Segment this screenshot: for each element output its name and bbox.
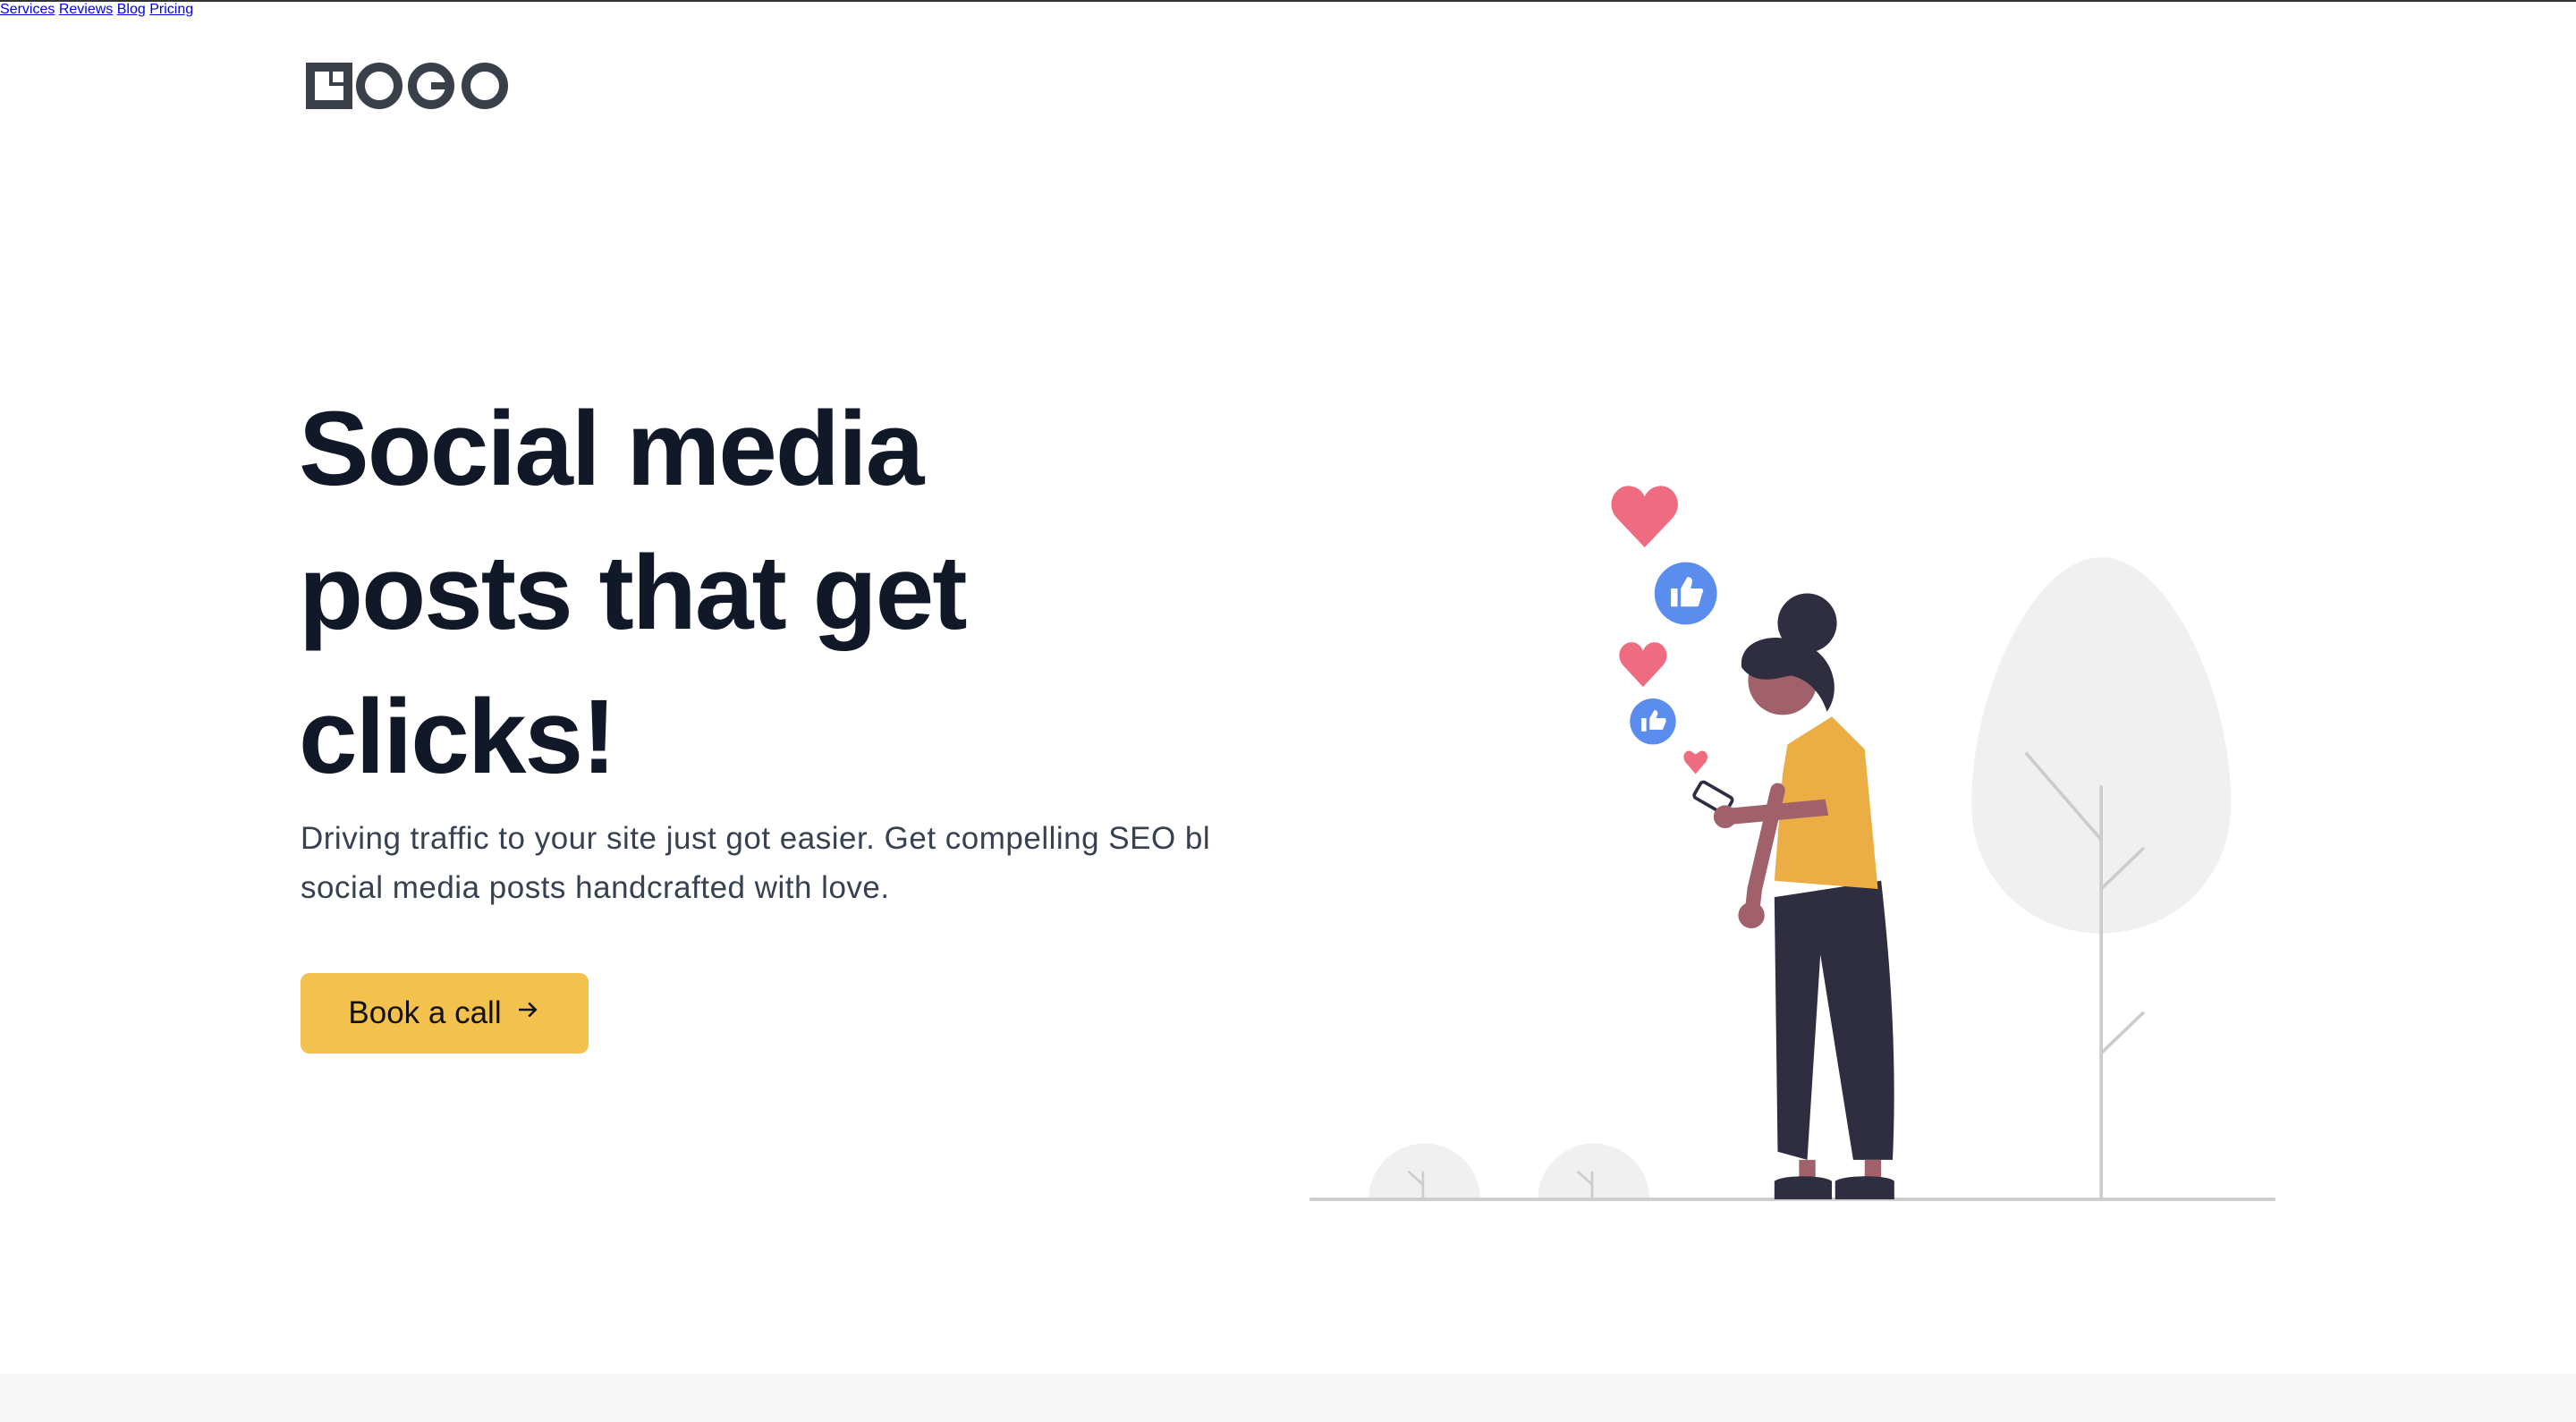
thumbs-up-icon <box>1630 698 1676 745</box>
nav-reviews[interactable]: Reviews <box>59 2 113 17</box>
book-call-button[interactable]: Book a call <box>301 973 589 1054</box>
heart-icon <box>1619 642 1667 688</box>
logo-mark <box>306 63 508 109</box>
book-call-label: Book a call <box>348 995 502 1030</box>
hero-headline: Social media posts that get clicks! <box>299 377 968 809</box>
hero-illustration <box>1309 486 2275 1201</box>
arrow-right-icon <box>514 995 541 1031</box>
headline-line: posts that get <box>299 534 968 652</box>
headline-line: clicks! <box>299 678 616 796</box>
tree <box>1971 557 2232 1199</box>
subtitle-line: social media posts handcrafted with love… <box>301 870 890 905</box>
hero-subtitle: Driving traffic to your site just got ea… <box>301 814 1308 912</box>
bush-right <box>1538 1143 1650 1199</box>
nav-services[interactable]: Services <box>0 2 55 17</box>
nav-blog[interactable]: Blog <box>117 2 146 17</box>
heart-icon <box>1611 486 1678 548</box>
logo[interactable] <box>304 61 512 111</box>
main-nav: Services Reviews Blog Pricing <box>0 2 2576 18</box>
next-section-band <box>0 1374 2576 1422</box>
bush-left <box>1368 1143 1481 1199</box>
nav-pricing[interactable]: Pricing <box>149 2 193 17</box>
headline-line: Social media <box>299 390 924 508</box>
person <box>1692 593 1894 1199</box>
subtitle-line: Driving traffic to your site just got ea… <box>301 821 1211 856</box>
heart-icon <box>1683 750 1707 774</box>
thumbs-up-icon <box>1654 562 1717 625</box>
